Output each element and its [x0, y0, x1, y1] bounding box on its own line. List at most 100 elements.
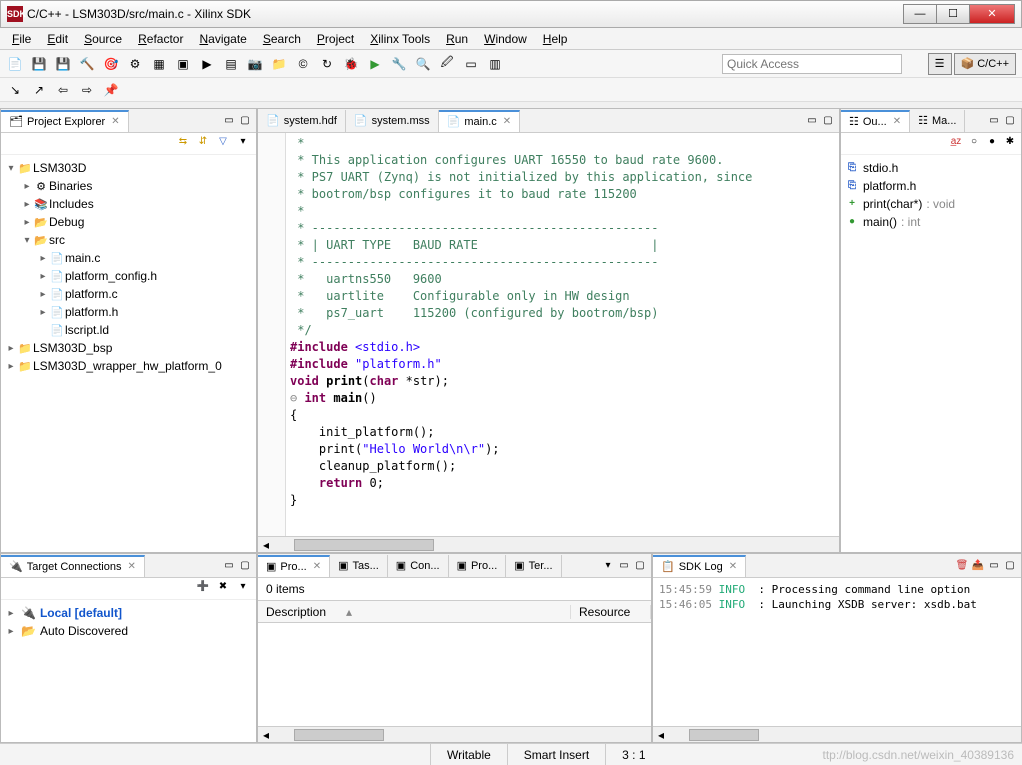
tab-sdk-log[interactable]: 📋 SDK Log ✕ — [653, 555, 746, 577]
maximize-icon[interactable]: ▢ — [238, 114, 252, 128]
folder-icon[interactable]: 📁 — [268, 53, 290, 75]
tab-project-explorer[interactable]: 🗂 Project Explorer ✕ — [1, 110, 129, 132]
nav-down-icon[interactable]: ↘ — [4, 79, 26, 101]
close-button[interactable]: ✕ — [969, 4, 1015, 24]
view-menu-icon[interactable]: ▾ — [601, 559, 615, 573]
maximize-button[interactable]: ☐ — [936, 4, 970, 24]
expander-icon[interactable]: ▸ — [5, 608, 17, 619]
menu-window[interactable]: Window — [476, 30, 535, 48]
maximize-icon[interactable]: ▢ — [633, 559, 647, 573]
wand-icon[interactable]: 🖉 — [436, 53, 458, 75]
editor-tab[interactable]: 📄system.mss — [346, 110, 439, 132]
problems-hscroll[interactable]: ◂ — [258, 726, 651, 742]
camera-icon[interactable]: 📷 — [244, 53, 266, 75]
menu-navigate[interactable]: Navigate — [191, 30, 254, 48]
editor-hscroll[interactable]: ◂ — [258, 536, 839, 552]
menu-run[interactable]: Run — [438, 30, 476, 48]
sdk-log-text[interactable]: 15:45:59 INFO : Processing command line … — [653, 578, 1021, 726]
expander-icon[interactable]: ▸ — [5, 343, 17, 354]
filter-icon[interactable]: ▽ — [216, 135, 230, 149]
col-resource[interactable]: Resource — [571, 605, 651, 619]
minimize-icon[interactable]: ▭ — [987, 114, 1001, 128]
target-icon[interactable]: 🎯 — [100, 53, 122, 75]
chip-icon[interactable]: ▣ — [172, 53, 194, 75]
bottom-tab[interactable]: ▣Con... — [388, 555, 449, 577]
new-icon[interactable]: 📄 — [4, 53, 26, 75]
clear-icon[interactable]: 🗑 — [955, 559, 969, 573]
expander-icon[interactable]: ▸ — [37, 289, 49, 300]
close-icon[interactable]: ✕ — [127, 561, 135, 572]
outline-item[interactable]: ●main() : int — [845, 213, 1017, 231]
expander-icon[interactable]: ▸ — [37, 253, 49, 264]
expander-icon[interactable]: ▾ — [5, 163, 17, 174]
maximize-icon[interactable]: ▢ — [238, 559, 252, 573]
editor-tab[interactable]: 📄main.c✕ — [439, 110, 521, 132]
project-tree[interactable]: ▾📁LSM303D▸⚙Binaries▸📚Includes▸📂Debug▾📂sr… — [1, 155, 256, 379]
tree-node[interactable]: ▸📚Includes — [5, 195, 252, 213]
outline-item[interactable]: +print(char*) : void — [845, 195, 1017, 213]
col-description[interactable]: Description▴ — [258, 605, 571, 619]
close-icon[interactable]: ✕ — [729, 561, 737, 572]
menu-refactor[interactable]: Refactor — [130, 30, 191, 48]
group-icon[interactable]: ✱ — [1003, 135, 1017, 149]
toggle2-icon[interactable]: ▥ — [484, 53, 506, 75]
export-icon[interactable]: 📤 — [971, 559, 985, 573]
pin-icon[interactable]: 📌 — [100, 79, 122, 101]
maximize-icon[interactable]: ▢ — [1003, 114, 1017, 128]
forward-icon[interactable]: ⇨ — [76, 79, 98, 101]
expander-icon[interactable]: ▸ — [37, 307, 49, 318]
minimize-icon[interactable]: ▭ — [222, 114, 236, 128]
sort-icon[interactable]: a̲z — [949, 135, 963, 149]
outline-tab[interactable]: ☷Ma... — [910, 110, 965, 132]
refresh-icon[interactable]: ↻ — [316, 53, 338, 75]
delete-icon[interactable]: ✖ — [216, 580, 230, 594]
open-perspective-button[interactable]: ☰ — [928, 53, 952, 75]
tree-node[interactable]: ▸📂Debug — [5, 213, 252, 231]
tree-node[interactable]: ▾📁LSM303D — [5, 159, 252, 177]
expander-icon[interactable]: ▸ — [21, 217, 33, 228]
bottom-tab[interactable]: ▣Pro...✕ — [258, 555, 330, 577]
problems-header[interactable]: Description▴ Resource — [258, 601, 651, 623]
add-icon[interactable]: ➕ — [196, 580, 210, 594]
target-item[interactable]: ▸🔌Local [default] — [5, 604, 252, 622]
minimize-icon[interactable]: ▭ — [805, 114, 819, 128]
run-last-icon[interactable]: 🔧 — [388, 53, 410, 75]
editor-area[interactable]: * * This application configures UART 165… — [258, 133, 839, 536]
run-icon[interactable]: ▶ — [364, 53, 386, 75]
tree-node[interactable]: ▸📄platform.c — [5, 285, 252, 303]
expander-icon[interactable]: ▾ — [21, 235, 33, 246]
outline-item[interactable]: ⎘stdio.h — [845, 159, 1017, 177]
editor-tab[interactable]: 📄system.hdf — [258, 110, 346, 132]
target-item[interactable]: ▸📂Auto Discovered — [5, 622, 252, 640]
board-icon[interactable]: ▤ — [220, 53, 242, 75]
expander-icon[interactable]: ▸ — [21, 199, 33, 210]
expander-icon[interactable]: ▸ — [21, 181, 33, 192]
box-icon[interactable]: ▶ — [196, 53, 218, 75]
bottom-tab[interactable]: ▣Ter... — [506, 555, 561, 577]
tree-node[interactable]: ▸📄platform.h — [5, 303, 252, 321]
menu-project[interactable]: Project — [309, 30, 362, 48]
menu-source[interactable]: Source — [76, 30, 130, 48]
search-icon[interactable]: 🔍 — [412, 53, 434, 75]
perspective-cpp[interactable]: 📦 C/C++ — [954, 53, 1017, 75]
quick-access-input[interactable] — [722, 54, 902, 74]
maximize-icon[interactable]: ▢ — [1003, 559, 1017, 573]
close-icon[interactable]: ✕ — [111, 116, 119, 127]
outline-list[interactable]: ⎘stdio.h⎘platform.h+print(char*) : void●… — [841, 155, 1021, 235]
nav-up-icon[interactable]: ↗ — [28, 79, 50, 101]
tab-target-connections[interactable]: 🔌 Target Connections ✕ — [1, 555, 145, 577]
tree-node[interactable]: ▸📄platform_config.h — [5, 267, 252, 285]
save-icon[interactable]: 💾 — [28, 53, 50, 75]
outline-item[interactable]: ⎘platform.h — [845, 177, 1017, 195]
minimize-icon[interactable]: ▭ — [222, 559, 236, 573]
close-icon[interactable]: ✕ — [503, 116, 511, 127]
close-icon[interactable]: ✕ — [893, 116, 901, 127]
tree-node[interactable]: ▸📁LSM303D_bsp — [5, 339, 252, 357]
tree-node[interactable]: 📄lscript.ld — [5, 321, 252, 339]
save-all-icon[interactable]: 💾 — [52, 53, 74, 75]
menu-help[interactable]: Help — [535, 30, 576, 48]
minimize-button[interactable]: — — [903, 4, 937, 24]
menu-search[interactable]: Search — [255, 30, 309, 48]
expander-icon[interactable]: ▸ — [5, 626, 17, 637]
bottom-tab[interactable]: ▣Tas... — [330, 555, 388, 577]
